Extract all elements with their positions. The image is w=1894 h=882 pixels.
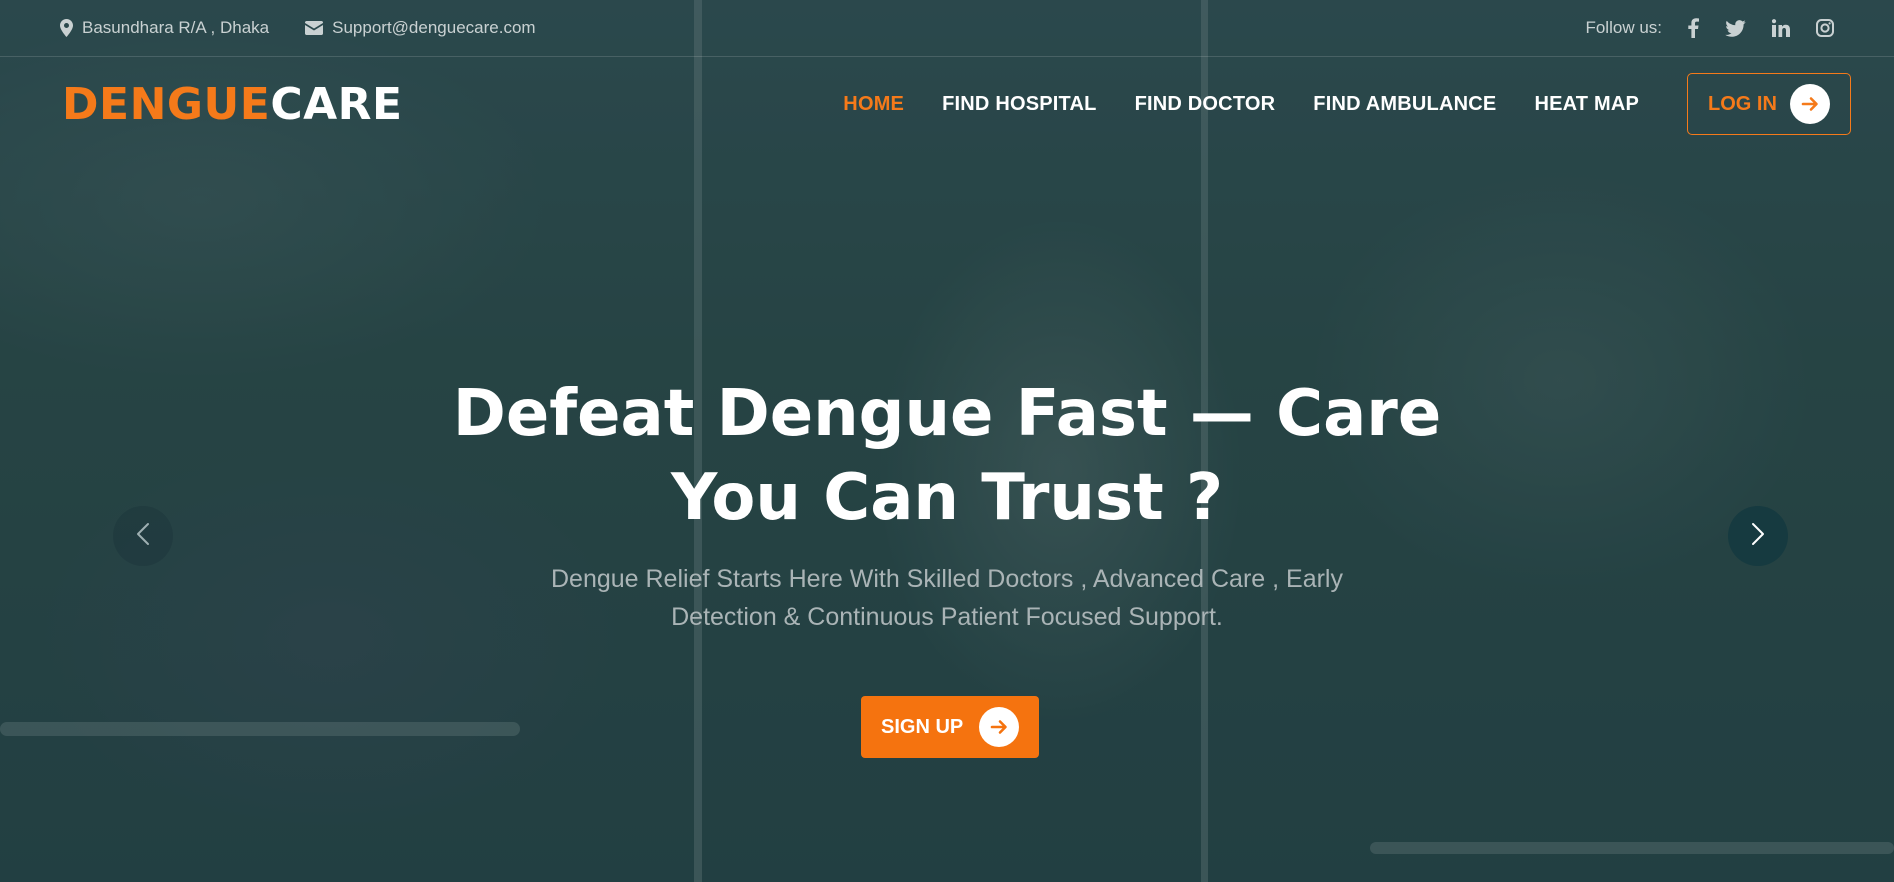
social-links: Follow us: — [1585, 18, 1834, 38]
main-nav: DENGUECARE HOME FIND HOSPITAL FIND DOCTO… — [0, 58, 1894, 150]
linkedin-icon[interactable] — [1772, 19, 1790, 37]
hero-headline: Defeat Dengue Fast — Care You Can Trust … — [0, 372, 1894, 540]
hero-subtitle-line2: Detection & Continuous Patient Focused S… — [671, 603, 1223, 631]
facebook-icon[interactable] — [1688, 18, 1699, 38]
email-text[interactable]: Support@denguecare.com — [332, 18, 535, 38]
top-bar: Basundhara R/A , Dhaka Support@denguecar… — [0, 0, 1894, 57]
brand-logo-part2: CARE — [270, 78, 403, 130]
follow-us-label: Follow us: — [1585, 18, 1662, 37]
email-item[interactable]: Support@denguecare.com — [305, 18, 536, 38]
twitter-icon[interactable] — [1725, 19, 1746, 37]
login-button[interactable]: LOG IN — [1687, 73, 1851, 135]
hero-subtitle: Dengue Relief Starts Here With Skilled D… — [0, 560, 1894, 636]
arrow-right-icon — [979, 707, 1019, 747]
brand-logo-part1: DENGUE — [62, 78, 271, 130]
hero-headline-line1: Defeat Dengue Fast — Care — [452, 377, 1442, 451]
brand-logo[interactable]: DENGUECARE — [62, 79, 403, 130]
nav-item-heat-map[interactable]: HEAT MAP — [1534, 93, 1639, 116]
envelope-icon — [305, 21, 324, 35]
nav-item-find-ambulance[interactable]: FIND AMBULANCE — [1313, 93, 1496, 116]
signup-button[interactable]: SIGN UP — [861, 696, 1039, 758]
nav-item-find-doctor[interactable]: FIND DOCTOR — [1135, 93, 1276, 116]
contact-info: Basundhara R/A , Dhaka Support@denguecar… — [60, 18, 536, 38]
instagram-icon[interactable] — [1816, 19, 1834, 37]
address-item: Basundhara R/A , Dhaka — [60, 18, 269, 38]
address-text: Basundhara R/A , Dhaka — [82, 18, 270, 37]
nav-item-home[interactable]: HOME — [843, 93, 904, 116]
nav-item-find-hospital[interactable]: FIND HOSPITAL — [942, 93, 1096, 116]
login-button-label: LOG IN — [1708, 92, 1777, 115]
slider-prev-button[interactable] — [113, 506, 173, 566]
signup-button-label: SIGN UP — [881, 715, 964, 738]
slider-next-button[interactable] — [1728, 506, 1788, 566]
location-pin-icon — [60, 19, 73, 37]
chevron-right-icon — [1751, 522, 1765, 551]
hero-headline-line2: You Can Trust ? — [670, 461, 1224, 535]
arrow-right-icon — [1790, 84, 1830, 124]
chevron-left-icon — [136, 522, 150, 551]
hero-subtitle-line1: Dengue Relief Starts Here With Skilled D… — [550, 565, 1343, 593]
nav-menu: HOME FIND HOSPITAL FIND DOCTOR FIND AMBU… — [805, 73, 1851, 135]
